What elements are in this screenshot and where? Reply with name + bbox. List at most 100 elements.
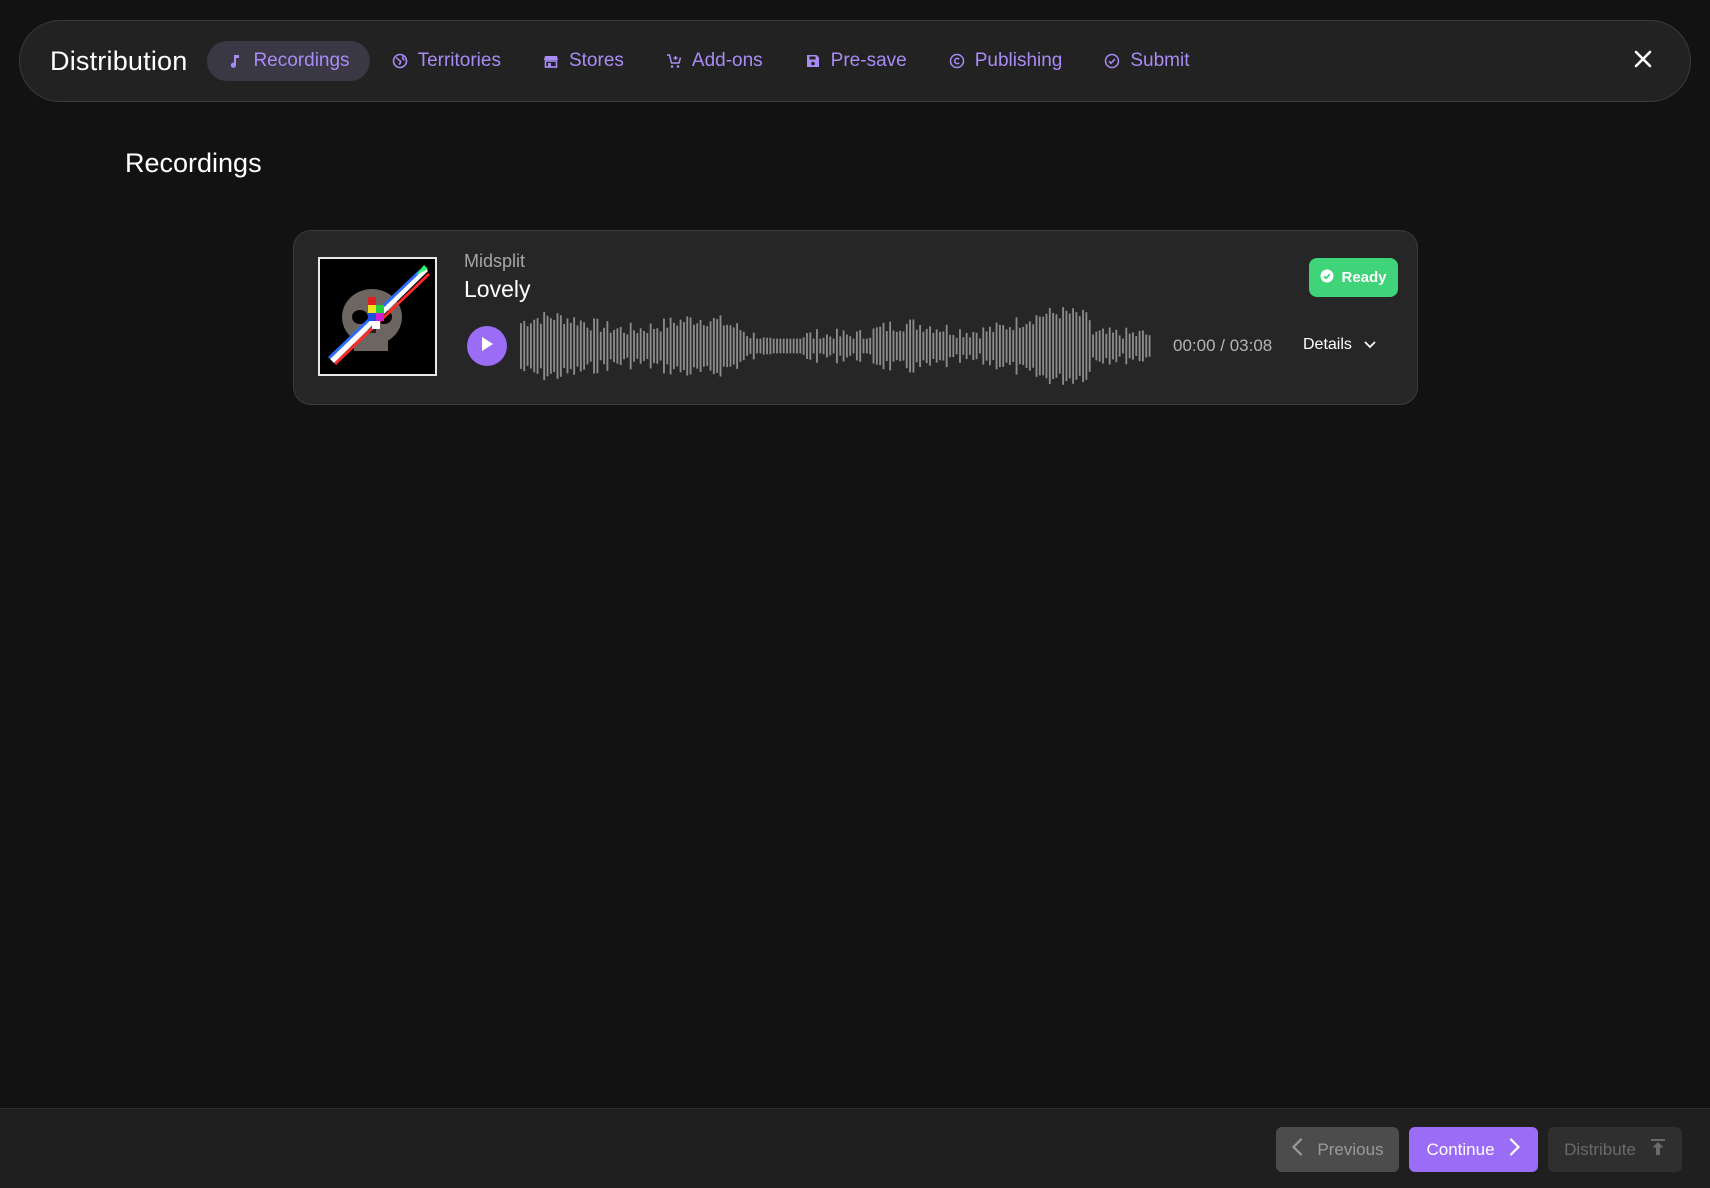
waveform-bar <box>952 334 955 358</box>
waveform-bar <box>905 323 908 369</box>
waveform-bar <box>599 331 602 361</box>
tab-label: Recordings <box>253 50 350 71</box>
waveform-bar <box>992 331 995 361</box>
waveform-bar <box>1145 334 1148 358</box>
tab-pre-save[interactable]: Pre-save <box>785 41 927 81</box>
waveform-bar <box>925 328 928 364</box>
globe-icon <box>392 53 408 69</box>
waveform-bar <box>939 331 941 361</box>
waveform-bar <box>1058 318 1061 374</box>
waveform-bar <box>975 332 978 360</box>
step-tabs: Recordings Territories Stores Add-ons Pr… <box>207 41 1209 81</box>
tab-label: Territories <box>417 50 501 71</box>
waveform-bar <box>859 330 862 362</box>
waveform-bar <box>569 322 572 370</box>
waveform-bar <box>732 327 735 365</box>
check-circle-icon <box>1320 269 1334 287</box>
waveform-bar <box>1092 334 1094 358</box>
waveform-bar <box>546 315 549 377</box>
waveform-bar <box>885 331 888 361</box>
waveform-bar <box>759 338 762 354</box>
waveform-bar <box>809 332 812 360</box>
waveform-bar <box>533 319 536 373</box>
distribute-button[interactable]: Distribute <box>1548 1127 1682 1172</box>
waveform-bar <box>982 327 985 365</box>
waveform-bar <box>942 331 945 361</box>
waveform-bar <box>1068 313 1071 379</box>
waveform-bar <box>633 330 635 362</box>
waveform-bar <box>1078 316 1081 376</box>
waveform-bar <box>899 330 902 362</box>
waveform-bar <box>539 323 542 369</box>
waveform-bar <box>929 326 931 366</box>
waveform-bar <box>826 334 828 358</box>
chevron-down-icon <box>1364 336 1376 354</box>
waveform-bar <box>969 337 971 355</box>
waveform-bar <box>1062 307 1065 385</box>
waveform-bar <box>1032 324 1035 368</box>
waveform-bar <box>842 330 845 362</box>
previous-button[interactable]: Previous <box>1276 1127 1399 1172</box>
waveform-bar <box>892 330 895 362</box>
waveform-bar <box>829 336 832 356</box>
upload-icon <box>1650 1138 1666 1161</box>
waveform-bar <box>915 329 918 363</box>
tab-label: Publishing <box>974 50 1063 71</box>
waveform-bar <box>855 331 858 361</box>
tab-add-ons[interactable]: Add-ons <box>646 41 783 81</box>
waveform-bar <box>1035 315 1038 377</box>
play-button[interactable] <box>467 326 507 366</box>
store-icon <box>543 53 559 69</box>
continue-button[interactable]: Continue <box>1409 1127 1538 1172</box>
waveform-bar <box>563 324 566 368</box>
waveform-bar <box>1002 325 1005 367</box>
waveform-bar <box>659 331 662 361</box>
tab-stores[interactable]: Stores <box>523 41 644 81</box>
waveform-bar <box>559 315 562 377</box>
waveform-bar <box>1018 327 1021 365</box>
tab-recordings[interactable]: Recordings <box>207 41 370 81</box>
waveform-bar <box>912 319 915 373</box>
waveform-bar <box>949 334 951 358</box>
waveform-bar <box>583 322 586 370</box>
waveform-bar <box>979 338 981 354</box>
waveform-bar <box>1108 327 1111 365</box>
waveform-bar <box>606 321 609 371</box>
waveform-bar <box>1025 324 1028 368</box>
waveform-bar <box>1118 335 1121 357</box>
track-title: Lovely <box>464 276 531 302</box>
waveform-bar <box>679 319 682 373</box>
waveform-bar <box>623 332 625 360</box>
music-note-icon <box>227 53 243 69</box>
chevron-right-icon <box>1509 1138 1521 1161</box>
waveform-bar <box>779 338 782 354</box>
waveform-bar <box>646 333 649 359</box>
waveform-bar <box>812 338 815 354</box>
waveform-bar <box>839 336 842 356</box>
save-icon <box>805 53 821 69</box>
waveform-bar <box>965 332 968 360</box>
audio-waveform[interactable] <box>520 305 1152 387</box>
check-circle-icon <box>1104 53 1120 69</box>
waveform-bar <box>692 324 695 368</box>
waveform-bar <box>706 326 709 366</box>
waveform-bar <box>919 324 921 368</box>
waveform-bar <box>766 337 768 355</box>
waveform-bar <box>756 338 758 354</box>
waveform-bar <box>653 328 655 364</box>
waveform-bar <box>593 318 596 374</box>
waveform-bar <box>1135 336 1138 356</box>
tab-label: Add-ons <box>691 50 763 71</box>
close-button[interactable] <box>1626 44 1660 78</box>
waveform-bar <box>972 331 975 361</box>
waveform-bar <box>716 319 719 373</box>
waveform-bar <box>786 338 788 354</box>
waveform-bar <box>1105 333 1108 359</box>
waveform-bar <box>802 337 805 355</box>
tab-territories[interactable]: Territories <box>372 41 521 81</box>
waveform-bar <box>736 323 739 369</box>
tab-submit[interactable]: Submit <box>1084 41 1209 81</box>
details-toggle[interactable]: Details <box>1303 332 1376 358</box>
waveform-bar <box>649 323 652 369</box>
tab-publishing[interactable]: Publishing <box>929 41 1083 81</box>
